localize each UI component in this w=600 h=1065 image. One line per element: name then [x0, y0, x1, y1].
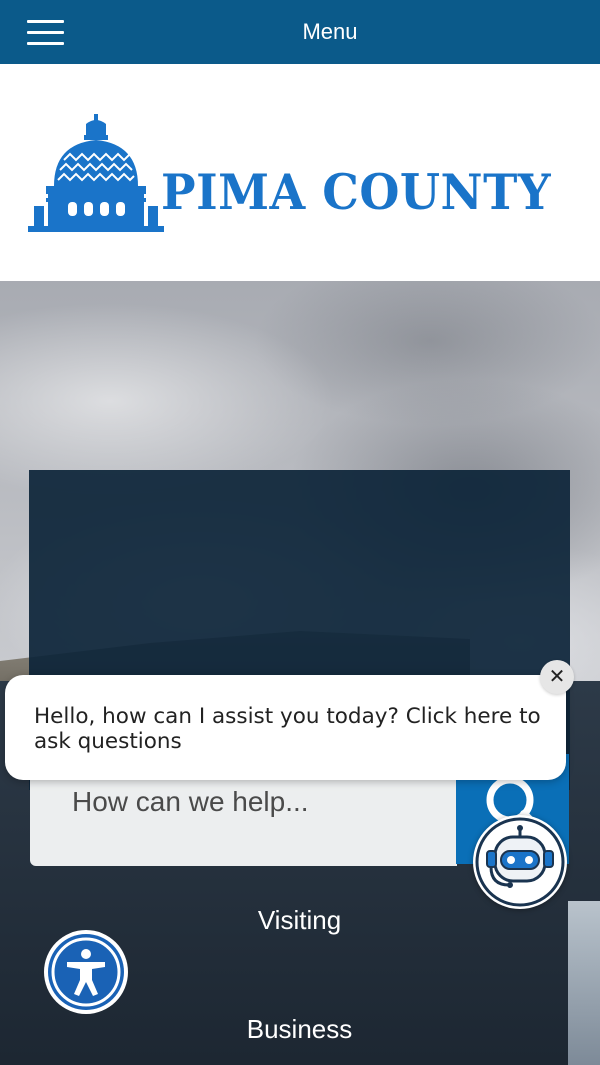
chat-greeting-text: Hello, how can I assist you today? Click…: [34, 704, 541, 754]
nav-link-visiting[interactable]: Visiting: [29, 905, 570, 936]
background-structure: [568, 901, 600, 1065]
chat-greeting-bubble[interactable]: Hello, how can I assist you today? Click…: [5, 675, 566, 780]
search-placeholder: How can we help...: [72, 786, 309, 817]
nav-link-business[interactable]: Business: [29, 1014, 570, 1045]
menu-button[interactable]: Menu: [0, 19, 600, 45]
accessibility-button[interactable]: [44, 930, 128, 1014]
header-logo-area: PIMA COUNTY: [0, 64, 600, 281]
top-navigation-bar: Menu: [0, 0, 600, 64]
capitol-dome-logo: [28, 114, 164, 232]
accessibility-icon-background: [48, 934, 124, 1010]
close-icon[interactable]: ✕: [540, 660, 574, 694]
logo-wordmark[interactable]: PIMA COUNTY: [161, 164, 551, 221]
chatbot-launcher[interactable]: [473, 815, 567, 909]
chatbot-icon: [475, 817, 565, 907]
accessibility-icon: [51, 937, 121, 1007]
